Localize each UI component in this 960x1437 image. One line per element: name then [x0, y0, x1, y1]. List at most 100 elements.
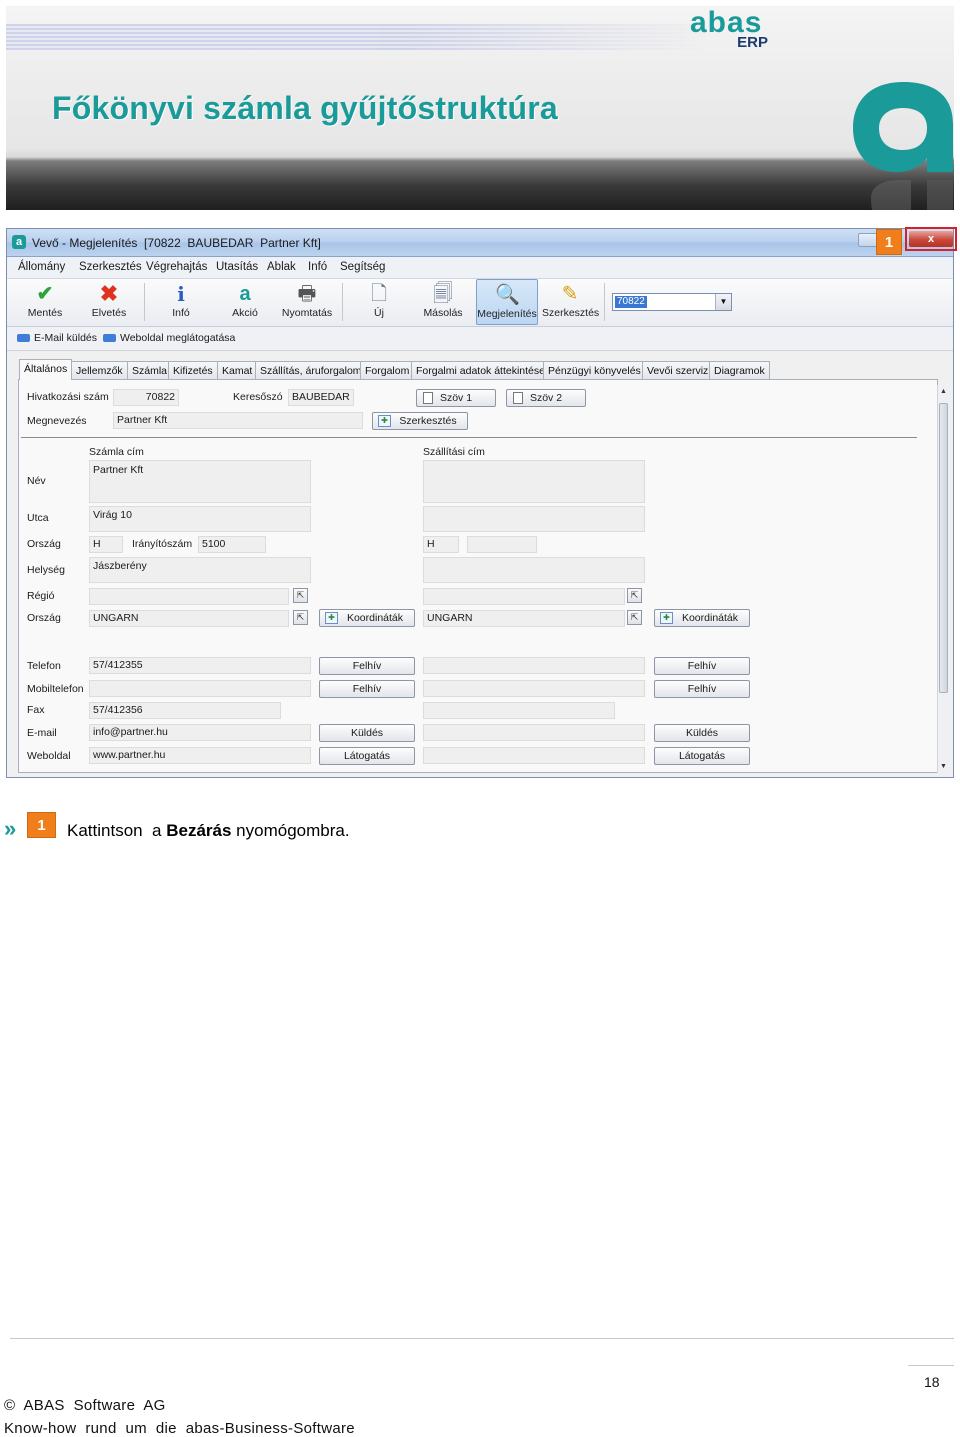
window-titlebar[interactable]: a Vevő - Megjelenítés [70822 BAUBEDAR Pa…: [7, 227, 957, 257]
shipping-send-email-button[interactable]: Küldés: [654, 724, 750, 742]
country-picker-icon[interactable]: ⇱: [293, 610, 308, 625]
copyright: © ABAS Software AG: [4, 1397, 166, 1414]
billing-mobile-field[interactable]: [89, 680, 311, 697]
tab-jellemzok[interactable]: Jellemzők: [71, 361, 128, 379]
tab-vevoi-szerviz[interactable]: Vevői szerviz: [642, 361, 714, 379]
shipping-region-field[interactable]: [423, 588, 625, 605]
shipping-country-code-field[interactable]: H: [423, 536, 459, 553]
billing-name-field[interactable]: Partner Kft: [89, 460, 311, 503]
tab-diagramok[interactable]: Diagramok: [709, 361, 770, 379]
visit-website-link[interactable]: Weboldal meglátogatása: [103, 332, 235, 344]
menu-vegrehajtas[interactable]: Végrehajtás: [146, 261, 207, 273]
shipping-coordinates-button[interactable]: ✚ Koordináták: [654, 609, 750, 627]
record-selector[interactable]: 70822 ▼: [612, 293, 732, 311]
billing-street-field[interactable]: Virág 10: [89, 506, 311, 532]
page-icon: [513, 392, 523, 404]
print-button[interactable]: 🖶 Nyomtatás: [279, 279, 335, 325]
close-button-highlight[interactable]: x: [905, 227, 957, 251]
billing-send-email-button[interactable]: Küldés: [319, 724, 415, 742]
city-label: Helység: [27, 564, 65, 576]
billing-call-button[interactable]: Felhív: [319, 657, 415, 675]
menu-info[interactable]: Infó: [308, 261, 327, 273]
tab-forgalom[interactable]: Forgalom: [360, 361, 415, 379]
shipping-fax-field[interactable]: [423, 702, 615, 719]
email-send-link[interactable]: E-Mail küldés: [17, 332, 97, 344]
shipping-street-field[interactable]: [423, 506, 645, 532]
shipping-region-picker-icon[interactable]: ⇱: [627, 588, 642, 603]
tab-szallitas[interactable]: Szállítás, áruforgalom: [255, 361, 367, 379]
shipping-visit-button[interactable]: Látogatás: [654, 747, 750, 765]
shipping-website-field[interactable]: [423, 747, 645, 764]
country-code-label: Ország: [27, 538, 61, 550]
menu-utasitas[interactable]: Utasítás: [216, 261, 258, 273]
search-word-field[interactable]: BAUBEDAR: [288, 389, 354, 406]
tab-szamla[interactable]: Számla: [127, 361, 173, 379]
email-icon: [17, 334, 30, 343]
ref-number-field[interactable]: 70822: [113, 389, 179, 406]
billing-email-field[interactable]: info@partner.hu: [89, 724, 311, 741]
edit-name-button[interactable]: ✚ Szerkesztés: [372, 412, 468, 430]
billing-phone-field[interactable]: 57/412355: [89, 657, 311, 674]
discard-button[interactable]: ✖ Elvetés: [85, 279, 133, 325]
shipping-call-button[interactable]: Felhív: [654, 657, 750, 675]
close-button[interactable]: x: [909, 231, 953, 247]
name-field[interactable]: Partner Kft: [113, 412, 363, 429]
abas-a-icon: a: [239, 283, 251, 305]
abas-a-logo-icon: [853, 82, 953, 210]
billing-country-code-field[interactable]: H: [89, 536, 123, 553]
menu-szerkesztes[interactable]: Szerkesztés: [79, 261, 142, 273]
billing-fax-field[interactable]: 57/412356: [89, 702, 281, 719]
chevron-down-icon[interactable]: ▼: [715, 294, 731, 310]
menu-segitseg[interactable]: Segítség: [340, 261, 385, 273]
copy-button[interactable]: 🗐 Másolás: [419, 279, 467, 325]
billing-coordinates-button[interactable]: ✚ Koordináták: [319, 609, 415, 627]
pencil-edit-icon: ✎: [561, 283, 579, 305]
record-selector-value: 70822: [615, 296, 647, 308]
shipping-mobile-field[interactable]: [423, 680, 645, 697]
shipping-email-field[interactable]: [423, 724, 645, 741]
text2-button[interactable]: Szöv 2: [506, 389, 586, 407]
tab-altalanos[interactable]: Általános: [19, 359, 73, 380]
shipping-zip-field[interactable]: [467, 536, 537, 553]
tab-kifizetes[interactable]: Kifizetés: [168, 361, 218, 379]
tab-forgalmi-adatok[interactable]: Forgalmi adatok áttekintése: [411, 361, 550, 379]
menu-allomany[interactable]: Állomány: [18, 261, 65, 273]
shipping-city-field[interactable]: [423, 557, 645, 583]
shipping-phone-field[interactable]: [423, 657, 645, 674]
shipping-name-field[interactable]: [423, 460, 645, 503]
display-button[interactable]: 🔍 Megjelenítés: [476, 279, 538, 325]
tab-kamat[interactable]: Kamat: [217, 361, 258, 379]
web-icon: [103, 334, 116, 343]
region-picker-icon[interactable]: ⇱: [293, 588, 308, 603]
billing-zip-field[interactable]: 5100: [198, 536, 266, 553]
scroll-down-icon[interactable]: ▼: [940, 763, 947, 770]
text1-button[interactable]: Szöv 1: [416, 389, 496, 407]
shipping-country-field[interactable]: UNGARN: [423, 610, 625, 627]
shipping-mobile-call-button[interactable]: Felhív: [654, 680, 750, 698]
billing-country-field[interactable]: UNGARN: [89, 610, 289, 627]
info-button[interactable]: i Infó: [157, 279, 205, 325]
footer-divider: [10, 1338, 954, 1339]
action-button[interactable]: a Akció: [221, 279, 269, 325]
shipping-address-header: Szállítási cím: [423, 446, 485, 458]
billing-mobile-call-button[interactable]: Felhív: [319, 680, 415, 698]
page-number: 18: [924, 1374, 940, 1390]
page-title: Főkönyvi számla gyűjtőstruktúra: [52, 90, 558, 126]
billing-city-field[interactable]: Jászberény: [89, 557, 311, 583]
save-button[interactable]: ✔ Mentés: [21, 279, 69, 325]
minimize-button[interactable]: [858, 233, 878, 247]
tab-penzugyi-konyveles[interactable]: Pénzügyi könyvelés: [543, 361, 646, 379]
page-icon: [423, 392, 433, 404]
billing-website-field[interactable]: www.partner.hu: [89, 747, 311, 764]
shipping-country-picker-icon[interactable]: ⇱: [627, 610, 642, 625]
billing-visit-button[interactable]: Látogatás: [319, 747, 415, 765]
street-label: Utca: [27, 512, 49, 524]
billing-region-field[interactable]: [89, 588, 289, 605]
vertical-scrollbar[interactable]: ▲ ▼: [937, 385, 949, 773]
scroll-thumb[interactable]: [939, 403, 948, 693]
edit-button[interactable]: ✎ Szerkesztés: [542, 279, 599, 325]
menu-ablak[interactable]: Ablak: [267, 261, 296, 273]
header-banner: Főkönyvi számla gyűjtőstruktúra abas ERP: [6, 6, 954, 210]
new-button[interactable]: 🗋 Új: [357, 279, 401, 325]
scroll-up-icon[interactable]: ▲: [940, 388, 947, 395]
